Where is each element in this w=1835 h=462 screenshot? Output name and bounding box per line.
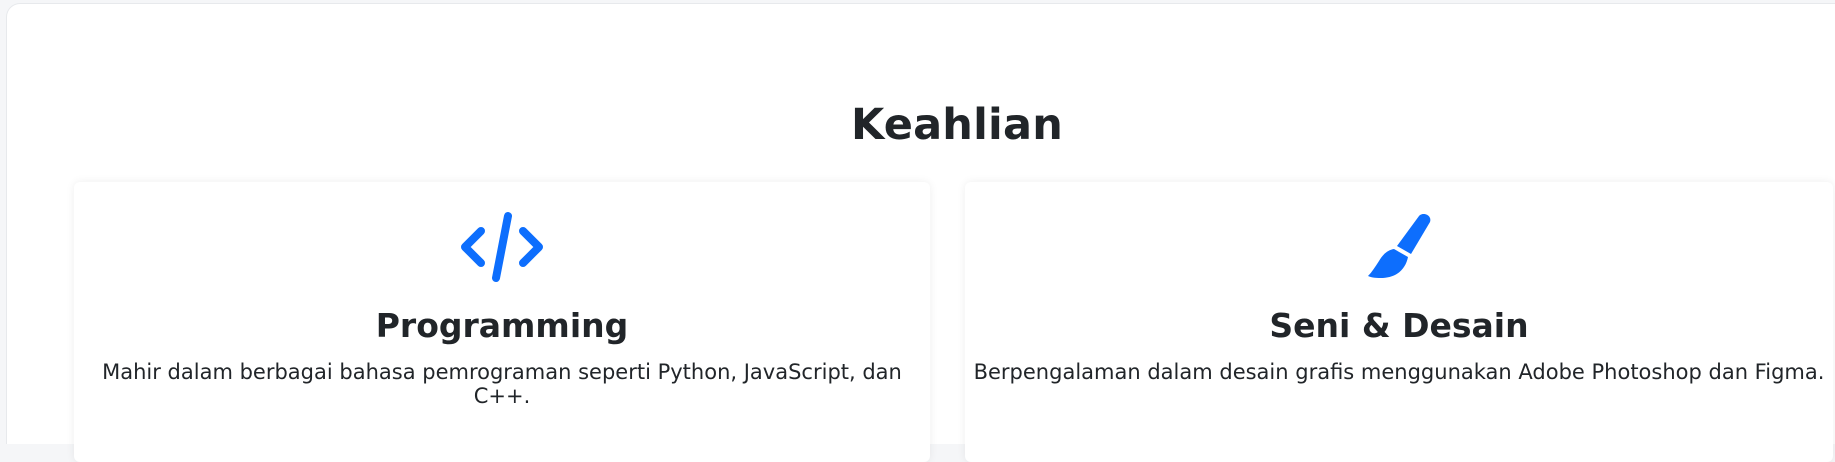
code-icon: [74, 212, 930, 282]
skill-card-art-design: Seni & Desain Berpengalaman dalam desain…: [965, 182, 1833, 462]
skill-card-title: Seni & Desain: [1269, 306, 1529, 345]
brush-icon: [965, 212, 1833, 282]
skill-card-description: Mahir dalam berbagai bahasa pemrograman …: [102, 360, 902, 408]
skill-card-description: Berpengalaman dalam desain grafis menggu…: [973, 360, 1825, 384]
skills-section: Keahlian Programming Mahir dalam berbaga…: [6, 3, 1835, 462]
skill-card-programming: Programming Mahir dalam berbagai bahasa …: [74, 182, 930, 462]
skill-card-title: Programming: [375, 306, 629, 345]
section-title: Keahlian: [850, 100, 1064, 150]
